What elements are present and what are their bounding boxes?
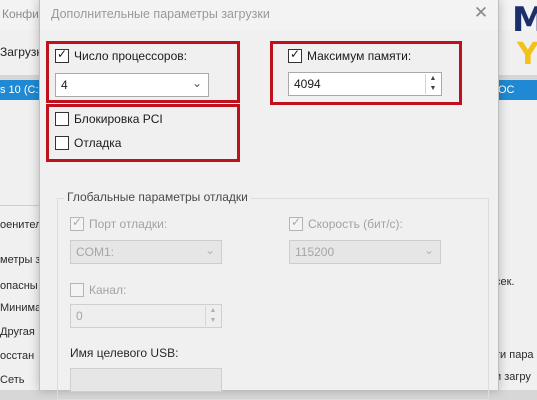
background-text: опасны xyxy=(0,280,38,292)
max-memory-checkbox[interactable]: Максимум памяти: xyxy=(288,47,412,63)
chevron-down-icon: ⌄ xyxy=(204,243,215,257)
background-text: Сеть xyxy=(0,374,25,386)
max-memory-value: 4094 xyxy=(294,77,321,91)
chevron-down-icon: ⌄ xyxy=(191,76,202,90)
debug-label: Отладка xyxy=(74,136,122,150)
processors-value: 4 xyxy=(61,78,68,92)
baud-rate-checkbox[interactable]: Скорость (бит/с): xyxy=(289,215,403,231)
background-boot-entry: s 10 (C: xyxy=(0,84,39,96)
channel-checkbox[interactable]: Канал: xyxy=(70,283,126,297)
watermark-logo: Y xyxy=(517,37,537,72)
debug-port-value: COM1: xyxy=(76,245,115,259)
background-text: Минима xyxy=(0,302,42,314)
checkbox-icon xyxy=(55,47,69,63)
baud-rate-label: Скорость (бит/с): xyxy=(308,217,403,231)
background-separator xyxy=(0,205,40,206)
processors-label: Число процессоров: xyxy=(74,49,187,63)
checkbox-icon xyxy=(288,47,302,63)
debug-checkbox[interactable]: Отладка xyxy=(55,136,121,150)
checkbox-icon xyxy=(55,112,69,126)
watermark-logo: M xyxy=(512,0,537,40)
usb-target-input[interactable] xyxy=(70,368,222,392)
spin-arrows-icon[interactable]: ▲ ▼ xyxy=(425,74,440,94)
background-text: Другая xyxy=(0,326,35,338)
background-text: ти пара xyxy=(495,349,534,361)
baud-rate-select[interactable]: 115200 ⌄ xyxy=(289,240,441,264)
pci-lock-label: Блокировка PCI xyxy=(74,112,163,126)
background-boot-entry-os: ОС xyxy=(498,84,515,96)
background-text: и загру xyxy=(495,371,531,383)
background-tab-boot[interactable]: Загрузк xyxy=(0,45,42,59)
checkbox-icon xyxy=(70,215,84,231)
debug-port-checkbox[interactable]: Порт отладки: xyxy=(70,215,168,231)
dialog-titlebar: Дополнительные параметры загрузки xyxy=(40,0,498,30)
global-debug-title: Глобальные параметры отладки xyxy=(64,190,251,204)
debug-port-select[interactable]: COM1: ⌄ xyxy=(70,240,222,264)
advanced-boot-options-dialog: Дополнительные параметры загрузки ✕ Числ… xyxy=(39,0,499,400)
max-memory-spinbox[interactable]: 4094 ▲ ▼ xyxy=(288,72,442,96)
background-text: осстан xyxy=(0,350,35,362)
checkbox-icon xyxy=(70,283,84,297)
background-text: метры з xyxy=(0,254,41,266)
max-memory-label: Максимум памяти: xyxy=(307,49,412,63)
spin-arrows-icon[interactable]: ▲ ▼ xyxy=(205,306,220,326)
checkbox-icon xyxy=(289,215,303,231)
processors-select[interactable]: 4 ⌄ xyxy=(55,73,209,97)
channel-label: Канал: xyxy=(89,283,127,297)
close-icon[interactable]: ✕ xyxy=(470,3,492,23)
channel-value: 0 xyxy=(76,309,83,323)
channel-spinbox[interactable]: 0 ▲ ▼ xyxy=(70,304,222,328)
processors-checkbox[interactable]: Число процессоров: xyxy=(55,47,187,63)
debug-port-label: Порт отладки: xyxy=(89,217,168,231)
baud-rate-value: 115200 xyxy=(295,245,335,259)
usb-target-label: Имя целевого USB: xyxy=(70,346,179,360)
checkbox-icon xyxy=(55,136,69,150)
chevron-down-icon: ⌄ xyxy=(423,243,434,257)
pci-lock-checkbox[interactable]: Блокировка PCI xyxy=(55,112,163,126)
dialog-title: Дополнительные параметры загрузки xyxy=(51,7,270,21)
